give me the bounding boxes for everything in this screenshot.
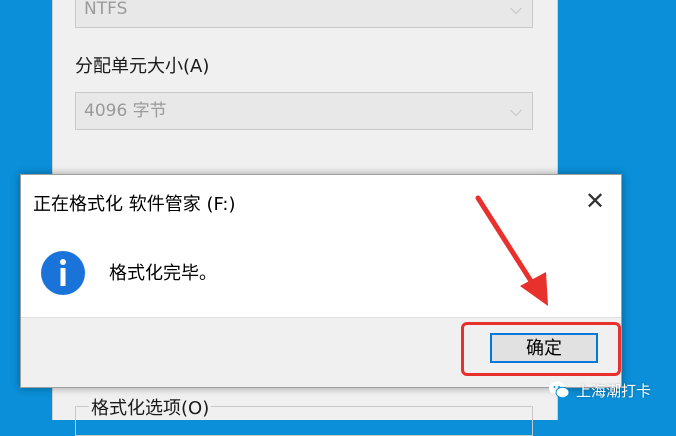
wechat-icon [549, 381, 570, 399]
arrow-annotation [475, 195, 548, 306]
watermark-text: 上海潮打卡 [576, 381, 652, 400]
watermark: 上海潮打卡 [548, 376, 651, 404]
